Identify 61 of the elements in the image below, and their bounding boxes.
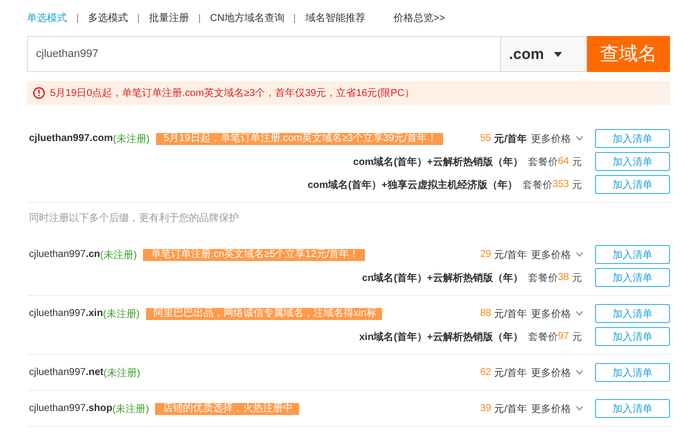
price-unit: 元/首年 xyxy=(494,366,527,380)
promo-tag: 单笔订单注册.cn英文域名≥5个立享12元/首年！ xyxy=(142,248,366,260)
more-prices-link[interactable]: 更多价格 xyxy=(531,402,571,416)
more-prices-link[interactable]: 更多价格 xyxy=(531,366,571,380)
bundle-price-unit: 元 xyxy=(572,156,582,168)
more-prices-link[interactable]: 更多价格 xyxy=(531,306,571,320)
bundle-label: com域名(首年）+独享云虚拟主机经济版（年） xyxy=(308,178,518,192)
mode-tab[interactable]: CN地方域名查询 xyxy=(210,11,284,25)
domain-name: cjluethan997.xin xyxy=(29,308,103,319)
bundle-price-unit: 元 xyxy=(572,272,582,284)
more-prices-link[interactable]: 更多价格 xyxy=(531,248,571,262)
domain-name: cjluethan997.shop xyxy=(29,403,112,414)
bundle-price-label: 套餐价 xyxy=(522,178,552,192)
bundle-price-unit: 元 xyxy=(572,330,582,344)
bundle-price-label: 套餐价 xyxy=(528,156,558,168)
domain-name: cjluethan997.cn xyxy=(29,249,100,260)
chevron-down-icon xyxy=(576,311,583,316)
bundle-price-label: 套餐价 xyxy=(528,330,558,344)
price-unit: 元/首年 xyxy=(494,308,527,320)
bundle-label: com域名(首年）+云解析热销版（年） xyxy=(353,156,523,168)
bundle-price-label: 套餐价 xyxy=(528,272,558,284)
mode-tab[interactable]: 域名智能推荐 xyxy=(305,11,366,25)
chevron-down-icon xyxy=(576,136,583,141)
more-prices-link[interactable]: 更多价格 xyxy=(531,132,571,146)
price-unit: 元/首年 xyxy=(494,248,527,262)
bundle-label: xin域名(首年）+云解析热销版（年） xyxy=(359,330,523,344)
promo-tag: 店铺的优质选择，火热注册中 xyxy=(155,402,300,414)
availability-status: (未注册) xyxy=(112,402,150,416)
availability-status: (未注册) xyxy=(100,248,137,262)
section-hint: 同时注册以下多个后缀，更有利于您的品牌保护 xyxy=(28,212,240,226)
price: 62 xyxy=(480,367,492,378)
mode-tab[interactable]: 批量注册 xyxy=(149,11,189,25)
chevron-down-icon xyxy=(576,406,583,411)
mode-tab[interactable]: 多选模式 xyxy=(88,11,128,25)
price-overview-link[interactable]: 价格总览>> xyxy=(393,11,446,25)
domain-name: cjluethan997.net xyxy=(29,367,104,378)
chevron-down-icon xyxy=(576,252,583,257)
chevron-down-icon xyxy=(576,370,583,375)
caret-icon xyxy=(554,52,562,56)
price: 88 xyxy=(480,308,492,319)
price-unit: 元/首年 xyxy=(494,132,527,146)
suffix-dropdown[interactable]: .com xyxy=(500,36,587,72)
bundle-price: 38 xyxy=(558,272,569,283)
bundle-label: cn域名(首年）+云解析热销版（年） xyxy=(362,272,523,284)
price-unit: 元/首年 xyxy=(494,402,527,416)
availability-status: (未注册) xyxy=(112,132,150,146)
bundle-price-unit: 元 xyxy=(572,178,582,192)
info-icon xyxy=(33,87,45,99)
notice-text: 5月19日0点起，单笔订单注册.com英文域名≥3个，首年仅39元，立省16元(限PC） xyxy=(50,86,414,100)
price: 39 xyxy=(480,403,492,414)
bundle-price: 97 xyxy=(558,331,569,342)
bundle-price: 64 xyxy=(558,156,569,167)
bundle-price: 353 xyxy=(552,179,569,190)
price: 55 xyxy=(480,133,492,144)
promo-tag: 阿里巴巴出品，网络诚信专属域名，注域名得xin标 xyxy=(146,308,382,320)
promo-tag: 5月19日起，单笔订单注册.com英文域名≥3个立享39元/首年！ xyxy=(156,132,443,144)
availability-status: (未注册) xyxy=(104,366,140,380)
price: 29 xyxy=(480,249,492,260)
domain-name: cjluethan997.com xyxy=(29,133,113,144)
availability-status: (未注册) xyxy=(102,308,140,320)
domain-search-field[interactable]: cjluethan997 xyxy=(27,36,500,72)
